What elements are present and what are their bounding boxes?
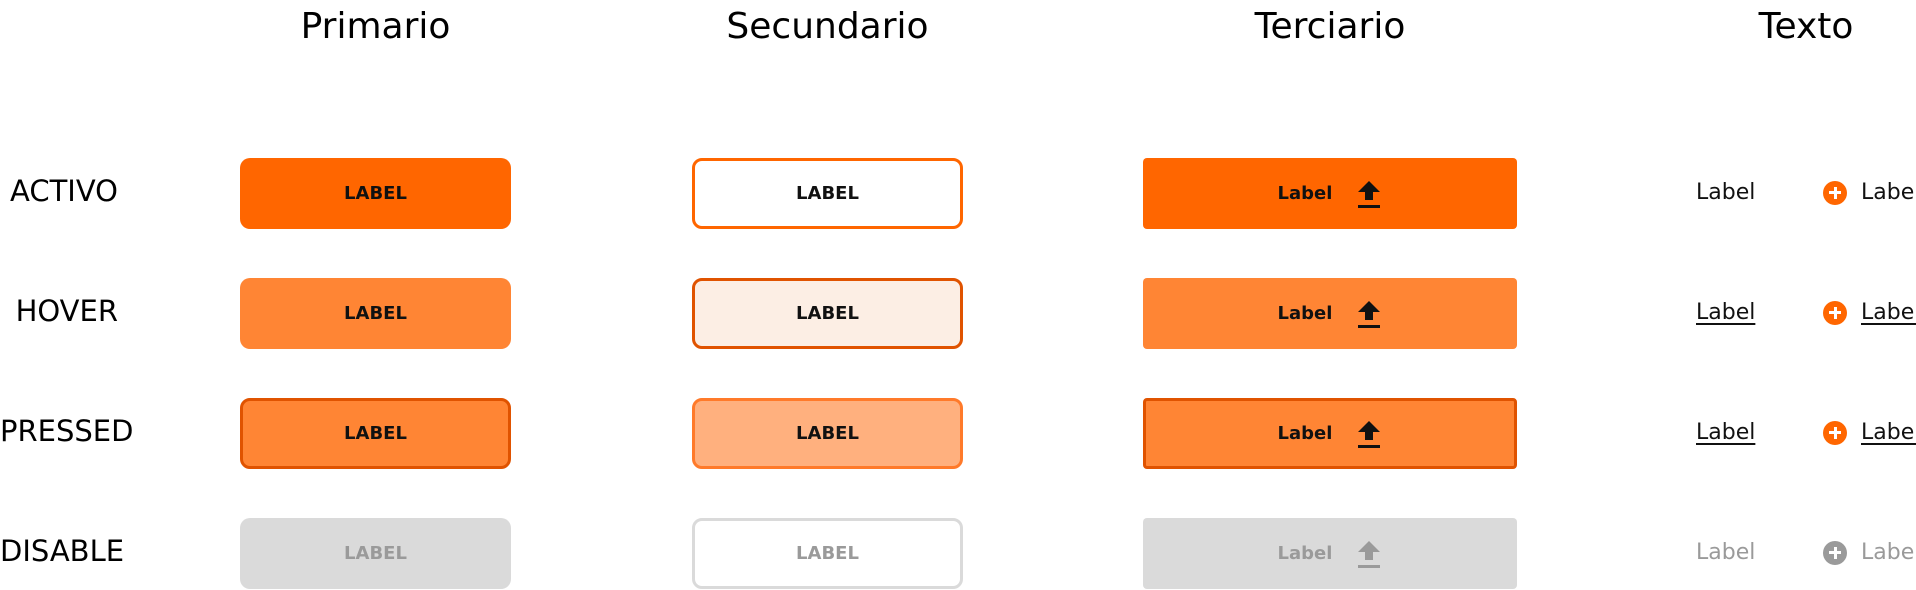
secondary-button-disabled[interactable]: LABEL bbox=[692, 518, 963, 589]
header-text: Texto bbox=[1758, 5, 1854, 47]
button-label: LABEL bbox=[796, 183, 859, 204]
icon-text-link-hover[interactable]: Label bbox=[1823, 300, 1916, 325]
primary-button-active[interactable]: LABEL bbox=[240, 158, 511, 229]
tertiary-button-active[interactable]: Label bbox=[1143, 158, 1517, 229]
link-label: Label bbox=[1861, 540, 1916, 565]
upload-icon bbox=[1358, 300, 1381, 328]
button-label: LABEL bbox=[344, 303, 407, 324]
button-label: LABEL bbox=[344, 183, 407, 204]
primary-button-disabled[interactable]: LABEL bbox=[240, 518, 511, 589]
link-label: Label bbox=[1861, 180, 1916, 205]
row-label-active: ACTIVO bbox=[10, 174, 118, 208]
tertiary-button-hover[interactable]: Label bbox=[1143, 278, 1517, 349]
button-label: LABEL bbox=[344, 423, 407, 444]
text-link-hover[interactable]: Label bbox=[1696, 300, 1755, 325]
header-secondary: Secundario bbox=[726, 5, 929, 47]
upload-icon bbox=[1358, 420, 1381, 448]
button-label: LABEL bbox=[796, 543, 859, 564]
tertiary-button-disabled[interactable]: Label bbox=[1143, 518, 1517, 589]
upload-icon bbox=[1358, 180, 1381, 208]
icon-text-link-disabled[interactable]: Label bbox=[1823, 540, 1916, 565]
plus-circle-icon bbox=[1823, 420, 1847, 445]
text-link-pressed[interactable]: Label bbox=[1696, 420, 1755, 445]
plus-circle-icon bbox=[1823, 180, 1847, 205]
secondary-button-hover[interactable]: LABEL bbox=[692, 278, 963, 349]
upload-icon bbox=[1358, 540, 1381, 568]
button-label: LABEL bbox=[344, 543, 407, 564]
button-label: LABEL bbox=[796, 303, 859, 324]
row-label-hover: HOVER bbox=[15, 294, 118, 328]
plus-circle-icon bbox=[1823, 300, 1847, 325]
row-label-pressed: PRESSED bbox=[0, 414, 134, 448]
row-label-disabled: DISABLE bbox=[0, 534, 125, 568]
secondary-button-active[interactable]: LABEL bbox=[692, 158, 963, 229]
button-label: LABEL bbox=[796, 423, 859, 444]
header-primary: Primario bbox=[300, 5, 451, 47]
link-label: Label bbox=[1861, 300, 1916, 325]
button-label: Label bbox=[1277, 303, 1333, 324]
icon-text-link-active[interactable]: Label bbox=[1823, 180, 1916, 205]
primary-button-pressed[interactable]: LABEL bbox=[240, 398, 511, 469]
primary-button-hover[interactable]: LABEL bbox=[240, 278, 511, 349]
button-label: Label bbox=[1277, 543, 1333, 564]
text-link-disabled[interactable]: Label bbox=[1696, 540, 1755, 565]
button-label: Label bbox=[1277, 423, 1333, 444]
text-link-active[interactable]: Label bbox=[1696, 180, 1755, 205]
tertiary-button-pressed[interactable]: Label bbox=[1143, 398, 1517, 469]
link-label: Label bbox=[1861, 420, 1916, 445]
button-label: Label bbox=[1277, 183, 1333, 204]
secondary-button-pressed[interactable]: LABEL bbox=[692, 398, 963, 469]
icon-text-link-pressed[interactable]: Label bbox=[1823, 420, 1916, 445]
plus-circle-icon bbox=[1823, 540, 1847, 565]
header-tertiary: Terciario bbox=[1254, 5, 1406, 47]
